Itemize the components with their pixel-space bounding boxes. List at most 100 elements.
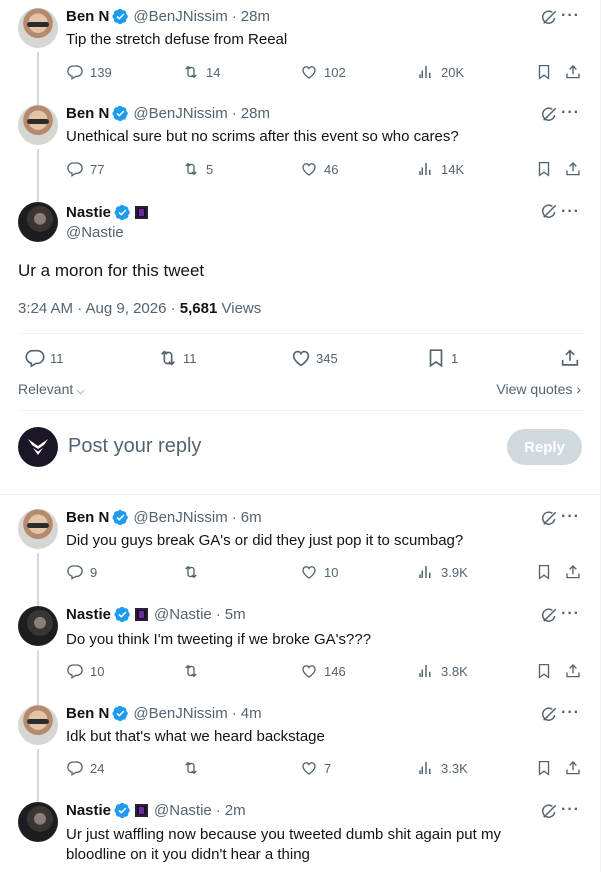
share-button[interactable]: [559, 347, 581, 369]
retweet-button[interactable]: [182, 662, 200, 680]
grok-icon[interactable]: [540, 9, 558, 27]
affiliation-badge-icon[interactable]: [135, 608, 149, 621]
tweet-text: Unethical sure but no scrims after this …: [66, 128, 459, 145]
current-user-avatar[interactable]: [18, 427, 58, 467]
timestamp[interactable]: 4m: [241, 705, 262, 722]
author-name[interactable]: Nastie: [66, 204, 111, 221]
author-handle[interactable]: @Nastie: [154, 606, 212, 623]
views-count: 3.9K: [441, 564, 468, 580]
timestamp[interactable]: 6m: [241, 509, 262, 526]
avatar[interactable]: [18, 8, 58, 48]
author-handle[interactable]: @BenJNissim: [133, 509, 227, 526]
retweet-button[interactable]: 14: [182, 63, 220, 81]
views-button[interactable]: 3.8K: [417, 662, 468, 680]
author-handle[interactable]: @BenJNissim: [133, 105, 227, 122]
author-name[interactable]: Ben N: [66, 105, 109, 122]
bookmark-button[interactable]: [535, 563, 553, 581]
more-options-icon[interactable]: ···: [561, 605, 580, 623]
author-name[interactable]: Ben N: [66, 8, 109, 25]
bookmark-button[interactable]: [535, 63, 553, 81]
bookmark-button[interactable]: [535, 662, 553, 680]
author-name[interactable]: Ben N: [66, 705, 109, 722]
avatar[interactable]: [18, 802, 58, 842]
retweet-icon: [157, 347, 179, 369]
views-button[interactable]: 14K: [417, 160, 464, 178]
more-options-icon[interactable]: ···: [561, 104, 580, 122]
timestamp[interactable]: 28m: [241, 8, 270, 25]
view-quotes-link[interactable]: View quotes ›: [496, 381, 581, 397]
bookmark-button[interactable]: 1: [425, 347, 458, 369]
bookmark-button[interactable]: [535, 759, 553, 777]
timestamp[interactable]: 28m: [241, 105, 270, 122]
share-button[interactable]: [564, 759, 582, 777]
tweet-text: Ur just waffling now because you tweeted…: [66, 826, 501, 863]
reply-button[interactable]: 9: [66, 563, 97, 581]
grok-icon[interactable]: [540, 510, 558, 528]
action-bar: 24 7 3.3K: [66, 759, 586, 779]
reply-button[interactable]: 77: [66, 160, 104, 178]
author-handle[interactable]: @Nastie: [66, 224, 124, 241]
reply-count: 10: [90, 663, 105, 679]
views-button[interactable]: 3.9K: [417, 563, 468, 581]
views-label: Views: [221, 300, 262, 317]
reply-button[interactable]: 10: [66, 662, 104, 680]
like-button[interactable]: 46: [300, 160, 338, 178]
author-handle[interactable]: @BenJNissim: [133, 8, 227, 25]
grok-icon[interactable]: [540, 106, 558, 124]
reply-icon: [66, 563, 84, 581]
more-options-icon[interactable]: ···: [561, 508, 580, 526]
like-button[interactable]: 146: [300, 662, 346, 680]
avatar[interactable]: [18, 202, 58, 242]
author-name[interactable]: Ben N: [66, 509, 109, 526]
like-button[interactable]: 345: [290, 347, 338, 369]
share-button[interactable]: [564, 662, 582, 680]
grok-icon[interactable]: [540, 803, 558, 821]
author-name[interactable]: Nastie: [66, 802, 111, 819]
grok-icon[interactable]: [540, 706, 558, 724]
share-icon: [564, 160, 582, 178]
more-options-icon[interactable]: ···: [561, 801, 580, 819]
affiliation-badge-icon[interactable]: [135, 804, 149, 817]
affiliation-badge-icon[interactable]: [135, 206, 149, 219]
retweet-button[interactable]: 11: [157, 347, 197, 369]
reply-button[interactable]: 139: [66, 63, 112, 81]
views-count: 14K: [441, 161, 465, 177]
verified-badge-icon: [112, 509, 129, 526]
author-name[interactable]: Nastie: [66, 606, 111, 623]
bookmark-icon: [535, 63, 553, 81]
retweet-button[interactable]: 5: [182, 160, 213, 178]
retweet-button[interactable]: [182, 759, 200, 777]
more-options-icon[interactable]: ···: [561, 704, 580, 722]
grok-icon[interactable]: [540, 203, 558, 221]
avatar[interactable]: [18, 509, 58, 549]
more-options-icon[interactable]: ···: [561, 7, 580, 25]
avatar[interactable]: [18, 705, 58, 745]
like-button[interactable]: 10: [300, 563, 338, 581]
like-count: 146: [324, 663, 346, 679]
like-icon: [300, 63, 318, 81]
views-button[interactable]: 20K: [417, 63, 464, 81]
share-button[interactable]: [564, 563, 582, 581]
more-options-icon[interactable]: ···: [561, 203, 580, 221]
avatar[interactable]: [18, 606, 58, 646]
retweet-button[interactable]: [182, 563, 200, 581]
avatar[interactable]: [18, 105, 58, 145]
like-button[interactable]: 7: [300, 759, 331, 777]
reply-button[interactable]: 11: [24, 347, 64, 369]
share-button[interactable]: [564, 63, 582, 81]
timestamp[interactable]: 5m: [225, 606, 246, 623]
verified-badge-icon: [112, 705, 129, 722]
reply-submit-button[interactable]: Reply: [507, 429, 582, 465]
share-button[interactable]: [564, 160, 582, 178]
timestamp[interactable]: 3:24 AM · Aug 9, 2026: [18, 300, 166, 317]
author-handle[interactable]: @Nastie: [154, 802, 212, 819]
bookmark-button[interactable]: [535, 160, 553, 178]
sort-dropdown[interactable]: Relevant ⌵: [18, 381, 85, 398]
grok-icon[interactable]: [540, 607, 558, 625]
author-handle[interactable]: @BenJNissim: [133, 705, 227, 722]
views-button[interactable]: 3.3K: [417, 759, 468, 777]
timestamp[interactable]: 2m: [225, 802, 246, 819]
reply-button[interactable]: 24: [66, 759, 104, 777]
like-button[interactable]: 102: [300, 63, 346, 81]
reply-input[interactable]: [68, 435, 468, 458]
